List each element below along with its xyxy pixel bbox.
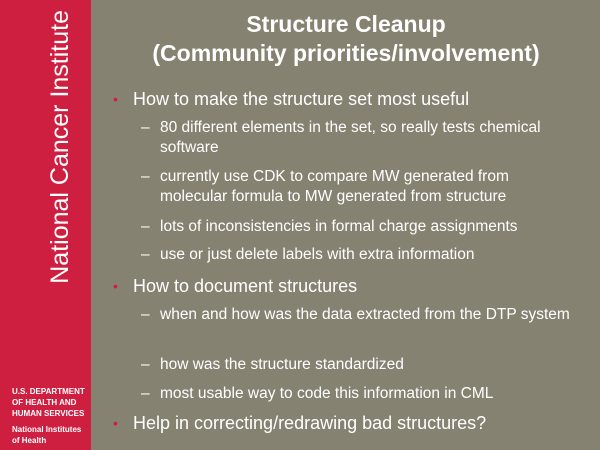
- sub-bullet-text: when and how was the data extracted from…: [160, 306, 570, 323]
- sub-bullet-text: lots of inconsistencies in formal charge…: [160, 218, 518, 235]
- sub-bullet-text: 80 different elements in the set, so rea…: [160, 119, 541, 156]
- dash-icon: –: [141, 119, 150, 136]
- dash-icon: –: [141, 385, 150, 402]
- bullet-text: How to document structures: [133, 276, 358, 296]
- sub-bullet-text: currently use CDK to compare MW generate…: [160, 168, 509, 205]
- dash-icon: –: [141, 218, 150, 235]
- dash-icon: –: [141, 306, 150, 323]
- slide: National Cancer Institute U.S. DEPARTMEN…: [0, 0, 600, 450]
- dash-icon: –: [141, 246, 150, 263]
- bullet-text: Help in correcting/redrawing bad structu…: [133, 413, 487, 433]
- sub-bullet-text: how was the structure standardized: [160, 356, 404, 373]
- bullet-dot-icon: •: [113, 278, 118, 294]
- dash-icon: –: [141, 168, 150, 185]
- bullet-list: • How to make the structure set most use…: [0, 0, 600, 450]
- bullet-dot-icon: •: [113, 91, 118, 107]
- dash-icon: –: [141, 356, 150, 373]
- bullet-text: How to make the structure set most usefu…: [133, 89, 470, 109]
- bullet-dot-icon: •: [113, 415, 118, 431]
- sub-bullet-text: most usable way to code this information…: [160, 385, 494, 402]
- sub-bullet-text: use or just delete labels with extra inf…: [160, 246, 475, 263]
